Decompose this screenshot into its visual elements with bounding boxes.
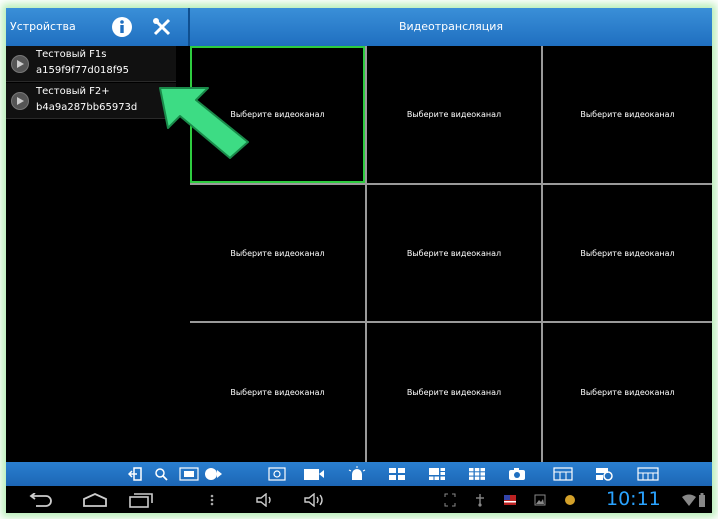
volume-up-icon[interactable] [302,490,326,510]
highlight-arrow-icon [159,87,249,159]
live-view-title: Видеотрансляция [398,20,504,33]
video-cell[interactable]: Выберите видеоканал [190,323,365,462]
layout-4-icon[interactable] [386,465,408,483]
video-cell[interactable]: Выберите видеоканал [543,323,712,462]
layout-9-icon[interactable] [466,465,488,483]
info-icon [112,17,132,37]
search-icon[interactable] [152,465,170,483]
app-frame: Устройства Видеотрансляция Тестовый F1s [6,8,712,513]
camera-icon[interactable] [506,465,528,483]
flag-icon [502,490,518,510]
select-channel-label: Выберите видеоканал [580,110,675,119]
device-id: b4a9a287bb65973d [36,102,138,113]
video-cell[interactable]: Выберите видеоканал [190,185,365,321]
play-icon[interactable] [11,92,29,110]
timeline-icon[interactable] [636,465,660,483]
device-item[interactable]: Тестовый F1s a159f9f77d018f95 [6,46,176,82]
notification-icon [562,490,578,510]
select-channel-label: Выберите видеоканал [406,388,502,397]
device-name: Тестовый F2+ [36,86,110,97]
device-item[interactable]: Тестовый F2+ b4a9a287bb65973d [6,83,176,119]
snapshot-icon[interactable] [266,465,288,483]
tools-icon [153,18,171,36]
exit-icon[interactable] [126,465,144,483]
clock: 10:11 [606,488,661,510]
settings-button[interactable] [146,12,178,42]
devices-title: Устройства [10,20,76,33]
ptz-icon[interactable] [202,465,224,483]
gallery-icon [532,490,548,510]
select-channel-label: Выберите видеоканал [580,248,675,258]
playback-icon[interactable] [594,465,616,483]
home-icon[interactable] [80,490,110,510]
video-cell[interactable]: Выберите видеоканал [367,46,541,183]
play-icon[interactable] [11,55,29,73]
select-channel-label: Выберите видеоканал [230,248,325,258]
top-bar: Устройства Видеотрансляция [6,8,712,46]
grid-view-icon[interactable] [552,465,574,483]
video-cell[interactable]: Выберите видеоканал [543,185,712,321]
volume-down-icon[interactable] [254,490,276,510]
select-channel-label: Выберите видеоканал [230,388,325,397]
video-grid: Выберите видеоканал Выберите видеоканал … [190,46,712,462]
wifi-icon [682,490,696,510]
battery-icon [696,490,708,510]
screenshot-icon [442,490,458,510]
layout-6-icon[interactable] [426,465,448,483]
select-channel-label: Выберите видеоканал [406,110,502,119]
video-cell[interactable]: Выберите видеоканал [367,185,541,321]
select-channel-label: Выберите видеоканал [580,388,675,397]
record-icon[interactable] [302,465,326,483]
fullscreen-icon[interactable] [178,465,200,483]
alarm-icon[interactable] [346,465,368,483]
menu-icon[interactable] [206,490,218,510]
back-icon[interactable] [24,490,54,510]
recent-apps-icon[interactable] [126,490,156,510]
select-channel-label: Выберите видеоканал [406,248,502,258]
bottom-toolbar [6,462,712,486]
info-button[interactable] [106,12,138,42]
device-id: a159f9f77d018f95 [36,65,130,76]
device-name: Тестовый F1s [36,49,107,60]
video-cell[interactable]: Выберите видеоканал [543,46,712,183]
system-nav-bar: 10:11 [6,486,712,513]
usb-icon [472,490,488,510]
video-cell[interactable]: Выберите видеоканал [367,323,541,462]
